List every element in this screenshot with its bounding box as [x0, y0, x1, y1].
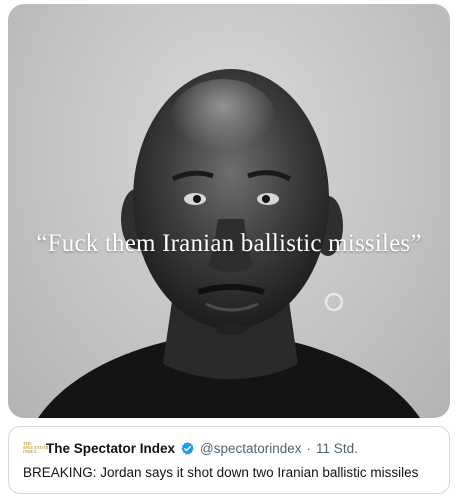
spectator-index-logo: THE SPECTATOR INDEX	[23, 441, 49, 454]
quoted-tweet[interactable]: THE SPECTATOR INDEX The Spectator Index …	[8, 426, 450, 494]
timestamp[interactable]: 11 Std.	[316, 441, 358, 456]
image-card[interactable]: “Fuck them Iranian ballistic missiles”	[8, 4, 450, 418]
user-handle[interactable]: @spectatorindex	[200, 441, 302, 456]
display-name[interactable]: The Spectator Index	[46, 441, 175, 456]
portrait-photo	[38, 69, 420, 418]
overlay-quote: “Fuck them Iranian ballistic missiles”	[36, 230, 422, 257]
verified-badge-icon	[181, 441, 194, 455]
meta-separator: ·	[306, 440, 312, 456]
tweet-meta: THE SPECTATOR INDEX The Spectator Index …	[23, 439, 358, 457]
tweet-text: BREAKING: Jordan says it shot down two I…	[23, 465, 419, 480]
